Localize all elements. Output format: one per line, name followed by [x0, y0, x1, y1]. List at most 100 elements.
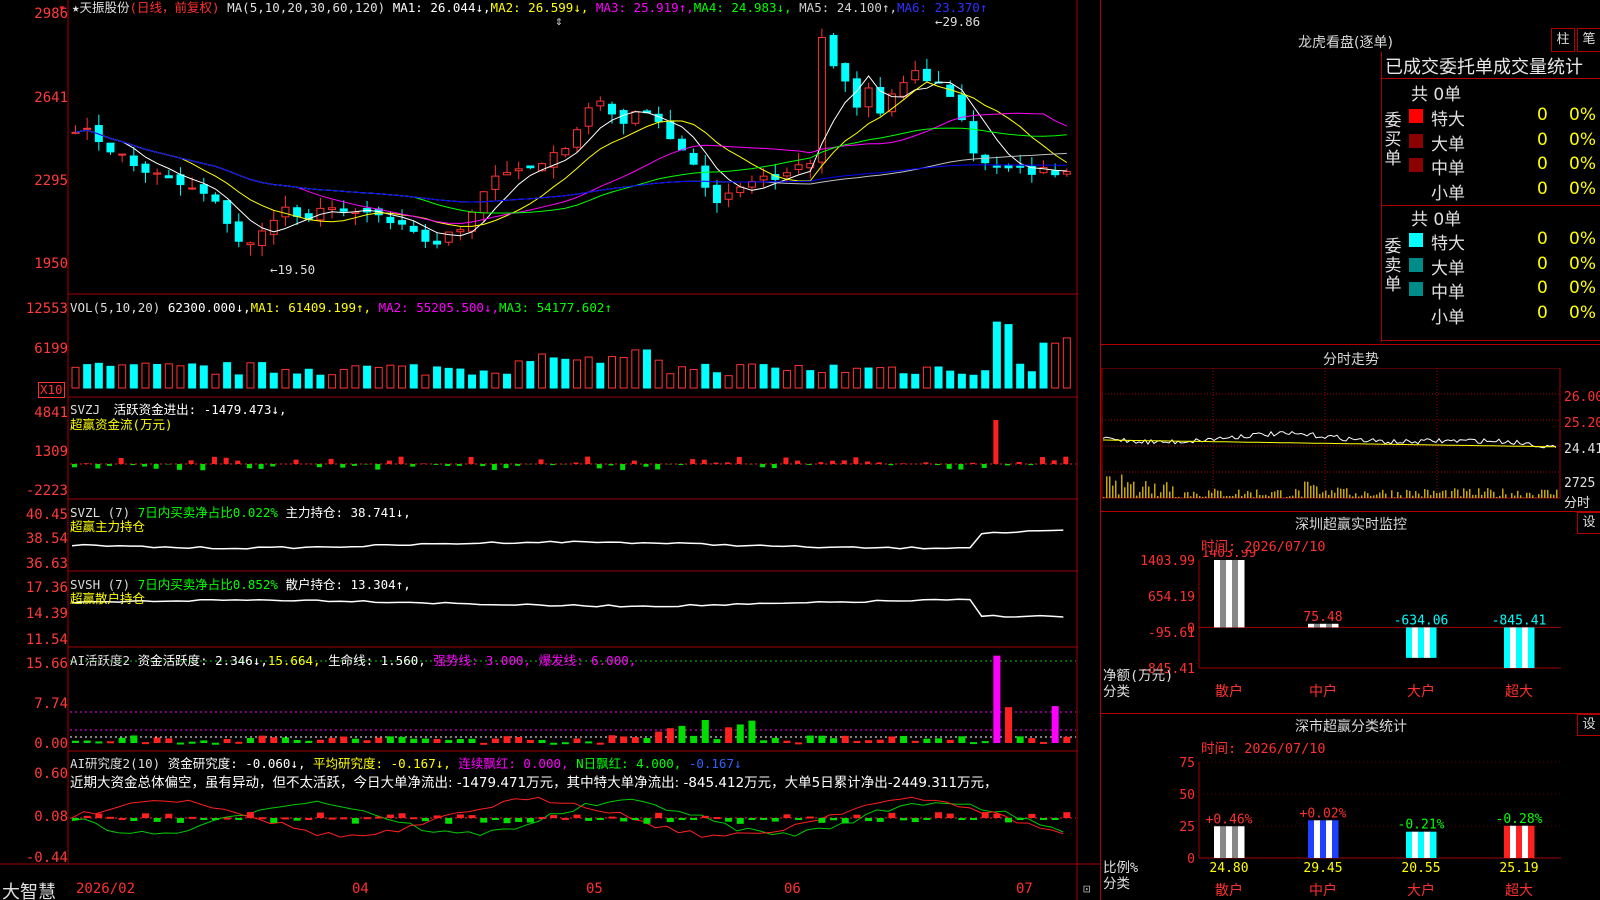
- candle-body: [211, 194, 220, 202]
- bar-stripe: [1418, 627, 1425, 658]
- svzj-bar: [865, 461, 871, 464]
- ai1-title[interactable]: AI活跃度2: [70, 653, 130, 668]
- bar-value-label: 25.19: [1499, 861, 1538, 876]
- volume-bar: [223, 362, 232, 389]
- ai1-bar: [935, 738, 943, 743]
- svzj-bar: [1040, 457, 1046, 464]
- kline-area[interactable]: ▾ ★天振股份(日线，前复权) MA(5,10,20,30,60,120) MA…: [0, 0, 1100, 900]
- svzj-bar: [608, 464, 614, 466]
- unit-label: 净额(万元): [1103, 668, 1173, 684]
- ai2-title[interactable]: AI研究度2(10): [70, 756, 160, 771]
- ai2-bar: [211, 818, 219, 820]
- order-percent: 0%: [1569, 229, 1596, 249]
- order-count: 0: [1537, 154, 1548, 174]
- color-swatch: [1409, 133, 1423, 148]
- candle-body: [153, 172, 162, 175]
- vol-ma3: MA3: 54177.602↑: [499, 300, 612, 315]
- intraday-tab[interactable]: 分时: [1564, 492, 1590, 511]
- color-swatch: [1409, 158, 1423, 172]
- ai1-lifeline: 生命线: 1.560,: [328, 653, 426, 668]
- candle-body: [421, 229, 430, 242]
- tick-mode-button[interactable]: 笔: [1577, 28, 1600, 52]
- order-count: 0: [1537, 229, 1548, 249]
- ai1-bar: [270, 737, 278, 743]
- volume-bar: [211, 373, 220, 389]
- buy-orders-label: 委买单: [1384, 111, 1402, 169]
- candle-body: [129, 155, 138, 167]
- intraday-chart[interactable]: [1101, 368, 1600, 510]
- ai1-bar: [106, 741, 114, 744]
- bar-mode-button[interactable]: 柱: [1551, 28, 1575, 52]
- svzj-bar: [888, 464, 894, 466]
- vol-ma2: MA2: 55205.500↓,: [378, 300, 500, 315]
- intraday-volume-bar: [1448, 497, 1450, 498]
- net-bar: [1504, 627, 1535, 668]
- svsh-title[interactable]: SVSH (7): [70, 577, 130, 592]
- svzl-title[interactable]: SVZL (7): [70, 505, 130, 520]
- candle-body: [339, 208, 348, 212]
- volume-bar: [573, 359, 581, 389]
- ai2-bar: [246, 812, 254, 818]
- stock-name[interactable]: ★天振股份: [72, 0, 130, 15]
- intraday-volume-bar: [1130, 484, 1132, 498]
- bar-stripe: [1406, 831, 1413, 858]
- ai1-bar: [130, 735, 138, 743]
- candle-body: [689, 152, 698, 165]
- volume-bar: [514, 360, 523, 389]
- ai1-bar: [1051, 706, 1059, 743]
- intraday-volume-bar: [1343, 489, 1345, 498]
- vol-title[interactable]: VOL(5,10,20): [70, 300, 160, 315]
- svzj-bar: [620, 464, 626, 470]
- svzj-bar: [701, 459, 707, 464]
- chart-mode[interactable]: (日线，前复权): [130, 0, 220, 15]
- volume-bar: [433, 366, 442, 389]
- candle-body: [199, 184, 208, 194]
- volume-bar: [876, 367, 885, 389]
- ai1-bar: [620, 736, 628, 743]
- svsh-header: SVSH (7) 7日内买卖净占比0.852% 散户持仓: 13.304↑,: [70, 578, 411, 592]
- ai2-bar: [258, 817, 266, 820]
- volume-bar: [1004, 324, 1013, 389]
- ai2-bar: [690, 818, 698, 820]
- intraday-y-label: 26.00: [1564, 390, 1600, 405]
- ai2-bar: [970, 818, 978, 820]
- ai1-bar: [421, 738, 429, 743]
- svzj-bar: [270, 464, 276, 467]
- volume-bar: [1039, 342, 1048, 389]
- ai1-strong: 强势线: 3.000,: [433, 653, 532, 668]
- volume-bar: [841, 371, 850, 389]
- candle-body: [106, 142, 115, 153]
- intraday-volume-bar: [1331, 490, 1333, 498]
- ai2-continuous-red: 连续飘红: 0.000,: [458, 756, 569, 771]
- sz-class-settings-button[interactable]: 设: [1577, 714, 1600, 736]
- intraday-volume-bar: [1367, 493, 1369, 498]
- intraday-volume-bar: [1487, 488, 1489, 498]
- brand-label[interactable]: 大智慧: [2, 878, 56, 900]
- svzj-bar: [188, 460, 194, 464]
- intraday-volume-bar: [1466, 491, 1468, 498]
- intraday-volume-bar: [1451, 490, 1453, 498]
- vol-unit-badge[interactable]: X10: [38, 382, 65, 398]
- lock-icon[interactable]: ⊡: [1083, 882, 1091, 896]
- ai2-bar: [678, 818, 686, 820]
- intraday-volume-bar: [1193, 491, 1195, 498]
- ai1-bar: [830, 738, 838, 743]
- ai1-bar: [1028, 738, 1036, 743]
- intraday-volume-bar: [1391, 490, 1393, 498]
- ai1-bar: [561, 742, 569, 745]
- ai2-bar: [608, 816, 616, 819]
- longhu-tabs[interactable]: 已成交委托单成交量统计: [1385, 53, 1583, 79]
- ai1-bar: [351, 738, 359, 743]
- sz-monitor-settings-button[interactable]: 设: [1577, 512, 1600, 534]
- ai2-commentary: 近期大资金总体偏空，虽有异动，但不太活跃，今日大单净流出: -1479.471万…: [70, 775, 998, 791]
- candle-body: [561, 148, 570, 156]
- ai1-bar: [736, 724, 744, 743]
- order-type: 小单: [1431, 307, 1465, 328]
- svzj-title[interactable]: SVZJ: [70, 402, 100, 417]
- vol-value: 62300.000↓,: [167, 300, 251, 315]
- svzj-bar: [923, 462, 929, 464]
- svzj-bar: [643, 464, 649, 467]
- intraday-volume-bar: [1277, 490, 1279, 498]
- order-percent: 0%: [1569, 302, 1596, 323]
- svzj-bar: [958, 464, 964, 470]
